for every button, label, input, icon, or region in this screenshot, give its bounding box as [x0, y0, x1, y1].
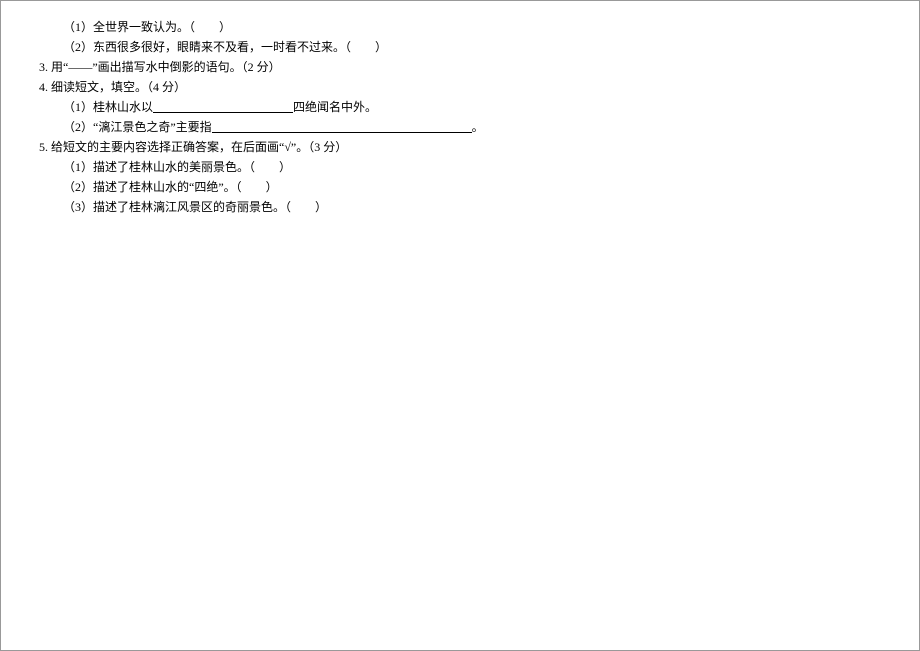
q5-sub1-text: （1）描述了桂林山水的美丽景色。（ ）	[63, 160, 291, 174]
q4-num: 4.	[39, 80, 48, 94]
q4-text: 细读短文，填空。（4 分）	[51, 80, 186, 94]
document-content: （1）全世界一致认为。（ ） （2）东西很多很好，眼睛来不及看，一时看不过来。（…	[1, 1, 919, 217]
q3: 3. 用“——”画出描写水中倒影的语句。（2 分）	[39, 57, 819, 77]
q5-sub3-text: （3）描述了桂林漓江风景区的奇丽景色。（ ）	[63, 200, 327, 214]
q2-sub2: （2）东西很多很好，眼睛来不及看，一时看不过来。（ ）	[63, 37, 819, 57]
q4-sub1a: （1）桂林山水以	[63, 100, 153, 114]
q4-sub1b: 四绝闻名中外。	[293, 100, 377, 114]
blank-fill-2	[212, 119, 472, 133]
q5-sub3: （3）描述了桂林漓江风景区的奇丽景色。（ ）	[63, 197, 819, 217]
q2-sub1: （1）全世界一致认为。（ ）	[63, 17, 819, 37]
q4-sub2b: 。	[472, 120, 484, 134]
q5-num: 5.	[39, 140, 48, 154]
q5-sub2: （2）描述了桂林山水的“四绝”。（ ）	[63, 177, 819, 197]
q3-text: 用“——”画出描写水中倒影的语句。（2 分）	[51, 60, 281, 74]
q2-sub1-text: （1）全世界一致认为。（ ）	[63, 20, 231, 34]
q5: 5. 给短文的主要内容选择正确答案，在后面画“√”。（3 分）	[39, 137, 819, 157]
q4-sub2: （2）“漓江景色之奇”主要指 。	[63, 117, 819, 137]
q5-sub1: （1）描述了桂林山水的美丽景色。（ ）	[63, 157, 819, 177]
blank-fill-1	[153, 99, 293, 113]
q4-sub1: （1）桂林山水以 四绝闻名中外。	[63, 97, 819, 117]
q3-num: 3.	[39, 60, 48, 74]
q5-text: 给短文的主要内容选择正确答案，在后面画“√”。（3 分）	[51, 140, 347, 154]
q4-sub2a: （2）“漓江景色之奇”主要指	[63, 120, 212, 134]
q5-sub2-text: （2）描述了桂林山水的“四绝”。（ ）	[63, 180, 278, 194]
q4: 4. 细读短文，填空。（4 分）	[39, 77, 819, 97]
q2-sub2-text: （2）东西很多很好，眼睛来不及看，一时看不过来。（ ）	[63, 40, 387, 54]
